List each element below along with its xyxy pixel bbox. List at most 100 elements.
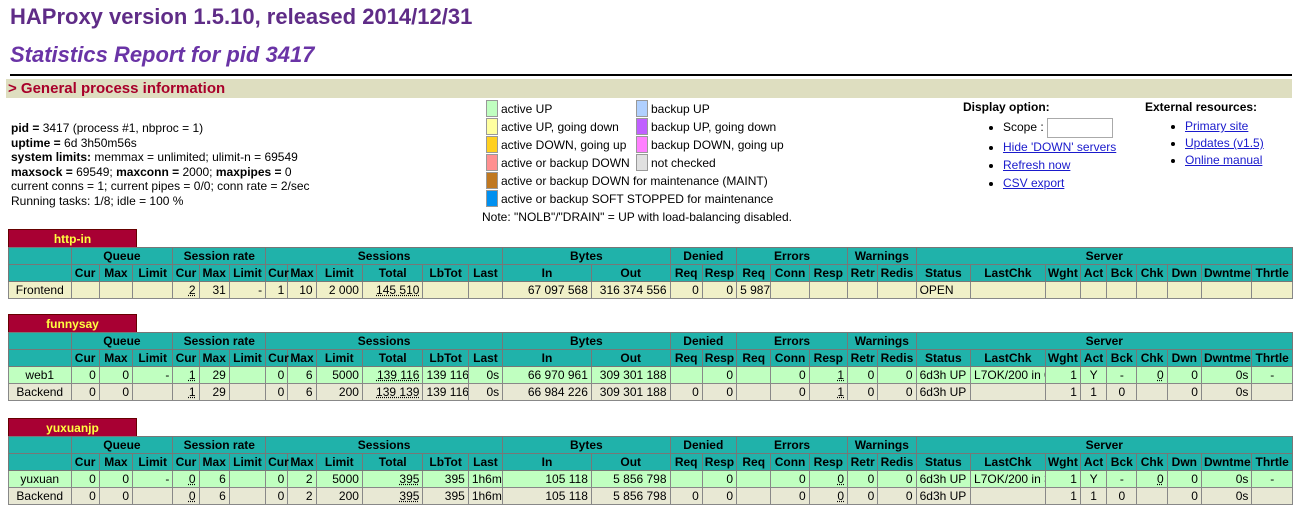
- corner-header: [8, 247, 72, 265]
- table-cell: 1: [808, 383, 849, 401]
- corner-header: [8, 436, 72, 454]
- hide-down-link[interactable]: Hide 'DOWN' servers: [1003, 140, 1116, 154]
- legend-swatch: [486, 100, 498, 117]
- column-header: LbTot: [422, 349, 469, 367]
- table-cell: [467, 281, 504, 299]
- column-header: Resp: [701, 453, 738, 471]
- primary-site-link[interactable]: Primary site: [1185, 119, 1248, 133]
- table-cell: 0: [669, 383, 703, 401]
- column-header: Thrtle: [1251, 453, 1293, 471]
- legend-label: active or backup DOWN: [501, 156, 630, 170]
- table-cell: 0: [172, 470, 200, 488]
- table-cell: 200: [315, 383, 363, 401]
- scope-input[interactable]: [1047, 118, 1114, 138]
- column-header: Dwntme: [1200, 264, 1253, 282]
- legend-label: not checked: [651, 156, 716, 170]
- column-header: Total: [361, 453, 424, 471]
- column-header: Out: [590, 453, 671, 471]
- row-name[interactable]: web1: [8, 366, 72, 384]
- csv-export-link[interactable]: CSV export: [1003, 176, 1064, 190]
- column-header: Bck: [1106, 264, 1138, 282]
- online-manual-link[interactable]: Online manual: [1185, 153, 1262, 167]
- table-cell: 0: [701, 487, 738, 505]
- column-header: Total: [361, 264, 424, 282]
- table-cell: 67 097 568: [502, 281, 592, 299]
- table-cell: [736, 487, 772, 505]
- refresh-now-link[interactable]: Refresh now: [1003, 158, 1070, 172]
- table-cell: [669, 470, 703, 488]
- table-cell: 66 970 961: [502, 366, 592, 384]
- legend-label: active or backup DOWN for maintenance (M…: [501, 174, 768, 188]
- table-cell: [228, 487, 267, 505]
- group-header: Errors: [736, 436, 849, 454]
- column-header: Resp: [701, 264, 738, 282]
- process-info: pid = 3417 (process #1, nbproc = 1) upti…: [11, 121, 310, 208]
- legend-item: active UP: [486, 100, 552, 118]
- legend-label: active or backup SOFT STOPPED for mainte…: [501, 192, 774, 206]
- display-options: Display option: Scope : Hide 'DOWN' serv…: [963, 100, 1116, 192]
- table-cell: 66 984 226: [502, 383, 592, 401]
- table-cell: 0: [1106, 487, 1138, 505]
- table-cell: 316 374 556: [590, 281, 671, 299]
- column-header: Max: [287, 349, 317, 367]
- group-header: Queue: [70, 332, 174, 350]
- legend-swatch: [636, 100, 648, 117]
- column-header: Req: [736, 453, 772, 471]
- column-header: LbTot: [422, 264, 469, 282]
- table-cell: Y: [1079, 470, 1108, 488]
- table-cell: 1: [1079, 383, 1108, 401]
- column-header: In: [502, 264, 592, 282]
- table-cell: 1h6m: [467, 487, 504, 505]
- table-cell: 200: [315, 487, 363, 505]
- legend-label: active UP: [501, 102, 553, 116]
- table-cell: 0s: [467, 383, 504, 401]
- table-cell: 139 116: [361, 366, 424, 384]
- legend-label: backup DOWN, going up: [651, 138, 784, 152]
- table-cell: 0: [770, 487, 810, 505]
- table-cell: [1136, 383, 1168, 401]
- external-resources: External resources: Primary site Updates…: [1145, 100, 1264, 169]
- table-cell: [132, 281, 174, 299]
- table-cell: 5000: [315, 470, 363, 488]
- table-cell: 139 116: [422, 366, 469, 384]
- column-header: Out: [590, 264, 671, 282]
- table-cell: -: [1106, 366, 1138, 384]
- proxy-title[interactable]: http-in: [8, 229, 137, 248]
- legend-label: active DOWN, going up: [501, 138, 627, 152]
- table-cell: 139 116: [422, 383, 469, 401]
- column-header: In: [502, 349, 592, 367]
- table-cell: 0: [98, 366, 134, 384]
- updates-link[interactable]: Updates (v1.5): [1185, 136, 1264, 150]
- proxy-title[interactable]: funnysay: [8, 314, 137, 333]
- column-header: Thrtle: [1251, 349, 1293, 367]
- table-cell: 0: [265, 383, 289, 401]
- group-header: Server: [915, 436, 1294, 454]
- group-header: Bytes: [502, 247, 671, 265]
- table-cell: 0: [1166, 383, 1202, 401]
- column-header: Max: [287, 453, 317, 471]
- column-header: Max: [98, 349, 134, 367]
- column-header: Req: [669, 264, 703, 282]
- table-cell: 0: [877, 487, 917, 505]
- column-header: Cur: [70, 349, 100, 367]
- table-cell: 0: [701, 366, 738, 384]
- table-cell: -: [132, 470, 174, 488]
- column-header: Dwn: [1166, 349, 1202, 367]
- proxy-title[interactable]: yuxuanjp: [8, 418, 137, 437]
- column-header: Cur: [265, 264, 289, 282]
- row-name[interactable]: yuxuan: [8, 470, 72, 488]
- table-cell: 0s: [467, 366, 504, 384]
- legend-label: active UP, going down: [501, 120, 619, 134]
- table-row: web1 0 0-1 29 0 6 5000 139 116 139 116 0s 66 970 9…: [8, 366, 1293, 384]
- column-header: Cur: [172, 453, 200, 471]
- table-cell: -: [132, 366, 174, 384]
- column-header: Req: [736, 349, 772, 367]
- column-header: Chk: [1136, 349, 1168, 367]
- table-cell: 395: [361, 487, 424, 505]
- table-cell: 395: [361, 470, 424, 488]
- column-header: Thrtle: [1251, 264, 1293, 282]
- column-header: Resp: [808, 264, 849, 282]
- legend-item: active DOWN, going up: [486, 136, 626, 154]
- table-cell: [228, 383, 267, 401]
- group-header: Server: [915, 247, 1294, 265]
